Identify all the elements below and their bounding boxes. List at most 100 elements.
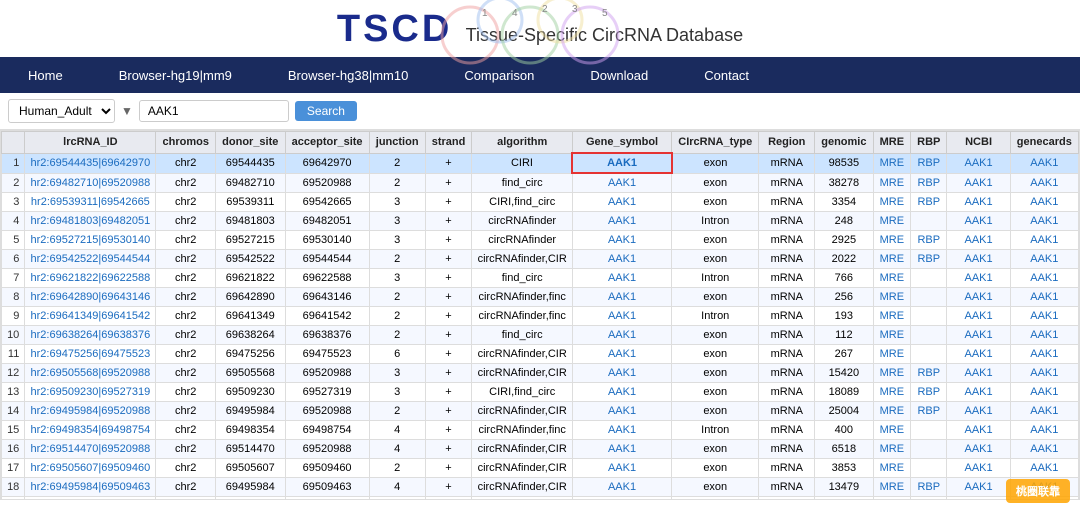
mre-cell[interactable]: MRE (873, 250, 911, 269)
ncbi-cell[interactable]: AAK1 (947, 345, 1010, 364)
gene-cell[interactable]: AAK1 (572, 478, 671, 497)
genecards-cell[interactable]: AAK1 (1010, 440, 1078, 459)
mre-cell[interactable]: MRE (873, 478, 911, 497)
nav-comparison[interactable]: Comparison (436, 57, 562, 93)
ncbi-cell[interactable]: AAK1 (947, 459, 1010, 478)
ncbi-cell[interactable]: AAK1 (947, 421, 1010, 440)
rbp-cell[interactable]: RBP (911, 153, 947, 173)
rbp-cell[interactable]: RBP (911, 383, 947, 402)
genecards-cell[interactable]: AAK1 (1010, 421, 1078, 440)
lrcrna-id-cell[interactable]: hr2:69495984|69509463 (25, 478, 156, 497)
nav-browser-hg38[interactable]: Browser-hg38|mm10 (260, 57, 436, 93)
mre-cell[interactable]: MRE (873, 212, 911, 231)
mre-cell[interactable]: MRE (873, 288, 911, 307)
rbp-cell[interactable]: RBP (911, 497, 947, 501)
rbp-cell[interactable]: RBP (911, 478, 947, 497)
gene-cell[interactable]: AAK1 (572, 364, 671, 383)
lrcrna-id-cell[interactable]: hr2:69475256|69475523 (25, 345, 156, 364)
lrcrna-id-cell[interactable]: hr2:69544435|69642970 (25, 153, 156, 173)
genecards-cell[interactable]: AAK1 (1010, 364, 1078, 383)
lrcrna-id-cell[interactable]: hr2:69509230|69527319 (25, 383, 156, 402)
gene-cell[interactable]: AAK1,RP11-427H (572, 497, 671, 501)
ncbi-cell[interactable]: AAK1,RI A (947, 497, 1010, 501)
genecards-cell[interactable]: AAK1 (1010, 173, 1078, 193)
ncbi-cell[interactable]: AAK1 (947, 364, 1010, 383)
lrcrna-id-cell[interactable]: hr2:69638264|69638376 (25, 326, 156, 345)
lrcrna-id-cell[interactable]: hr2:69527215|69530140 (25, 231, 156, 250)
genecards-cell[interactable]: AAK1 (1010, 153, 1078, 173)
nav-home[interactable]: Home (0, 57, 91, 93)
genecards-cell[interactable]: AAK1 (1010, 231, 1078, 250)
gene-cell[interactable]: AAK1 (572, 459, 671, 478)
lrcrna-id-cell[interactable]: hr2:69539311|69542665 (25, 193, 156, 212)
lrcrna-id-cell[interactable]: hr2:69505607|69509460 (25, 459, 156, 478)
mre-cell[interactable]: MRE (873, 440, 911, 459)
mre-cell[interactable]: MRE (873, 402, 911, 421)
ncbi-cell[interactable]: AAK1 (947, 307, 1010, 326)
gene-cell[interactable]: AAK1 (572, 326, 671, 345)
gene-cell[interactable]: AAK1 (572, 307, 671, 326)
gene-cell[interactable]: AAK1 (572, 345, 671, 364)
mre-cell[interactable]: MRE (873, 173, 911, 193)
ncbi-cell[interactable]: AAK1 (947, 440, 1010, 459)
lrcrna-id-cell[interactable]: hr2:69482710|69520988 (25, 173, 156, 193)
ncbi-cell[interactable]: AAK1 (947, 250, 1010, 269)
gene-cell[interactable]: AAK1 (572, 173, 671, 193)
gene-cell[interactable]: AAK1 (572, 231, 671, 250)
genecards-cell[interactable]: AAK1 (1010, 212, 1078, 231)
gene-cell[interactable]: AAK1 (572, 440, 671, 459)
ncbi-cell[interactable]: AAK1 (947, 193, 1010, 212)
ncbi-cell[interactable]: AAK1 (947, 173, 1010, 193)
lrcrna-id-cell[interactable]: hr2:69641349|69641542 (25, 307, 156, 326)
gene-cell[interactable]: AAK1 (572, 269, 671, 288)
ncbi-cell[interactable]: AAK1 (947, 383, 1010, 402)
mre-cell[interactable]: MRE (873, 193, 911, 212)
lrcrna-id-cell[interactable]: hr2:69458068|69459526 (25, 497, 156, 501)
mre-cell[interactable]: MRE (873, 383, 911, 402)
mre-cell[interactable]: MRE (873, 153, 911, 173)
lrcrna-id-cell[interactable]: hr2:69498354|69498754 (25, 421, 156, 440)
lrcrna-id-cell[interactable]: hr2:69495984|69520988 (25, 402, 156, 421)
lrcrna-id-cell[interactable]: hr2:69514470|69520988 (25, 440, 156, 459)
nav-browser-hg19[interactable]: Browser-hg19|mm9 (91, 57, 260, 93)
mre-cell[interactable]: MRE (873, 326, 911, 345)
mre-cell[interactable]: MRE (873, 231, 911, 250)
lrcrna-id-cell[interactable]: hr2:69542522|69544544 (25, 250, 156, 269)
mre-cell[interactable]: MRE (873, 345, 911, 364)
nav-contact[interactable]: Contact (676, 57, 777, 93)
rbp-cell[interactable]: RBP (911, 193, 947, 212)
rbp-cell[interactable]: RBP (911, 231, 947, 250)
gene-cell[interactable]: AAK1 (572, 193, 671, 212)
rbp-cell[interactable]: RBP (911, 173, 947, 193)
genecards-cell[interactable]: AAK1 (1010, 250, 1078, 269)
rbp-cell[interactable]: RBP (911, 402, 947, 421)
gene-cell[interactable]: AAK1 (572, 153, 671, 173)
mre-cell[interactable]: MRE (873, 459, 911, 478)
mre-cell[interactable]: MRE (873, 497, 911, 501)
search-button[interactable]: Search (295, 101, 357, 121)
genecards-cell[interactable]: AAK1 (1010, 307, 1078, 326)
ncbi-cell[interactable]: AAK1 (947, 212, 1010, 231)
mre-cell[interactable]: MRE (873, 269, 911, 288)
ncbi-cell[interactable]: AAK1 (947, 153, 1010, 173)
lrcrna-id-cell[interactable]: hr2:69621822|69622588 (25, 269, 156, 288)
ncbi-cell[interactable]: AAK1 (947, 402, 1010, 421)
gene-cell[interactable]: AAK1 (572, 402, 671, 421)
rbp-cell[interactable]: RBP (911, 364, 947, 383)
genecards-cell[interactable]: AAK1 (1010, 402, 1078, 421)
mre-cell[interactable]: MRE (873, 421, 911, 440)
ncbi-cell[interactable]: AAK1 (947, 269, 1010, 288)
genecards-cell[interactable]: AAK1 (1010, 269, 1078, 288)
nav-download[interactable]: Download (562, 57, 676, 93)
gene-cell[interactable]: AAK1 (572, 250, 671, 269)
mre-cell[interactable]: MRE (873, 307, 911, 326)
ncbi-cell[interactable]: AAK1 (947, 478, 1010, 497)
ncbi-cell[interactable]: AAK1 (947, 326, 1010, 345)
ncbi-cell[interactable]: AAK1 (947, 288, 1010, 307)
gene-cell[interactable]: AAK1 (572, 383, 671, 402)
organism-select[interactable]: Human_Adult Human_Fetal Mouse_Adult Mous… (8, 99, 115, 123)
genecards-cell[interactable]: AAK1 (1010, 193, 1078, 212)
gene-cell[interactable]: AAK1 (572, 421, 671, 440)
mre-cell[interactable]: MRE (873, 364, 911, 383)
lrcrna-id-cell[interactable]: hr2:69642890|69643146 (25, 288, 156, 307)
